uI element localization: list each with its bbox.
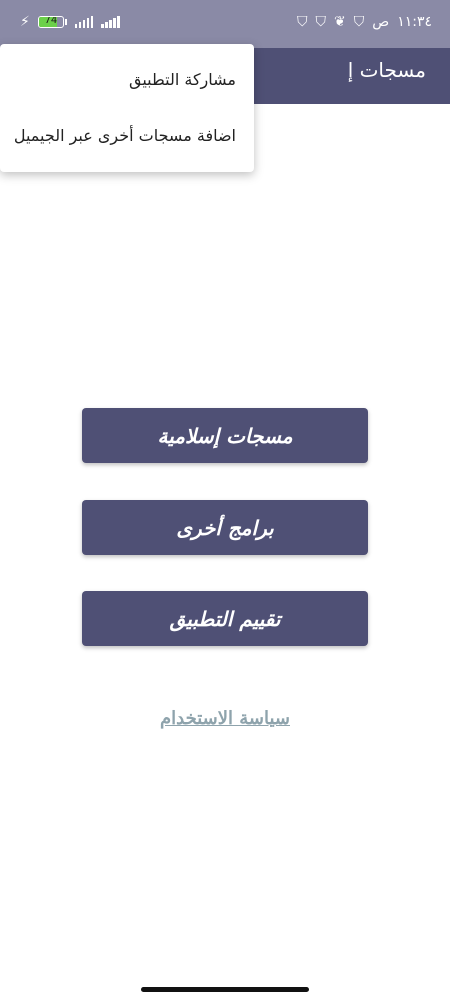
battery-level: 74 xyxy=(44,16,58,26)
status-right: ١١:٣٤ ص ⛉ ❦ ⛉ ⛉ xyxy=(297,14,432,30)
battery-tip xyxy=(64,19,67,25)
shield-icon: ⛉ xyxy=(297,14,308,30)
fish-icon: ❦ xyxy=(334,14,346,30)
status-left: ⚡ 74 xyxy=(20,14,120,30)
app-title: مسجات إ xyxy=(347,58,426,82)
screen: ١١:٣٤ ص ⛉ ❦ ⛉ ⛉ ⚡ 74 مسجات إ مشاركة التط… xyxy=(0,0,450,1000)
overflow-menu: مشاركة التطبيق اضافة مسجات أخرى عبر الجي… xyxy=(0,44,254,172)
islamic-messages-button[interactable]: مسجات إسلامية xyxy=(82,408,368,463)
rate-app-button[interactable]: تقييم التطبيق xyxy=(82,591,368,646)
battery-icon: 74 xyxy=(37,16,67,28)
status-bar: ١١:٣٤ ص ⛉ ❦ ⛉ ⛉ ⚡ 74 xyxy=(0,0,450,48)
signal-icon xyxy=(101,16,120,28)
privacy-policy-link[interactable]: سياسة الاستخدام xyxy=(0,708,450,729)
status-am-pm: ص xyxy=(372,14,390,30)
battery-body: 74 xyxy=(37,16,64,28)
status-time: ١١:٣٤ xyxy=(397,14,432,30)
home-indicator[interactable] xyxy=(141,987,309,992)
menu-item-add-via-gmail[interactable]: اضافة مسجات أخرى عبر الجيميل xyxy=(0,108,254,164)
charging-icon: ⚡ xyxy=(20,14,30,30)
other-apps-button[interactable]: برامج أخرى xyxy=(82,500,368,555)
shield-icon: ⛉ xyxy=(315,14,327,30)
menu-item-share-app[interactable]: مشاركة التطبيق xyxy=(0,52,254,108)
shield-icon: ⛉ xyxy=(353,14,365,30)
signal-icon xyxy=(74,16,94,28)
